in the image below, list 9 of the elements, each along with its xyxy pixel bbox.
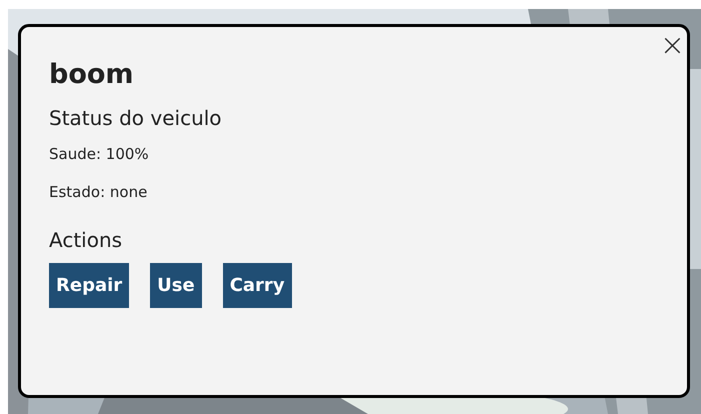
status-text: Estado: none (49, 182, 148, 203)
action-button[interactable]: Carry (222, 263, 292, 308)
status-text: Saude: 100% (49, 144, 150, 165)
section-heading: Actions (49, 227, 124, 253)
close-button[interactable]: × (658, 35, 687, 57)
dialog-title: boom (49, 58, 135, 92)
action-button[interactable]: Use (150, 263, 202, 308)
section-heading: Status do veiculo (49, 105, 223, 131)
action-button[interactable]: Repair (49, 263, 130, 308)
